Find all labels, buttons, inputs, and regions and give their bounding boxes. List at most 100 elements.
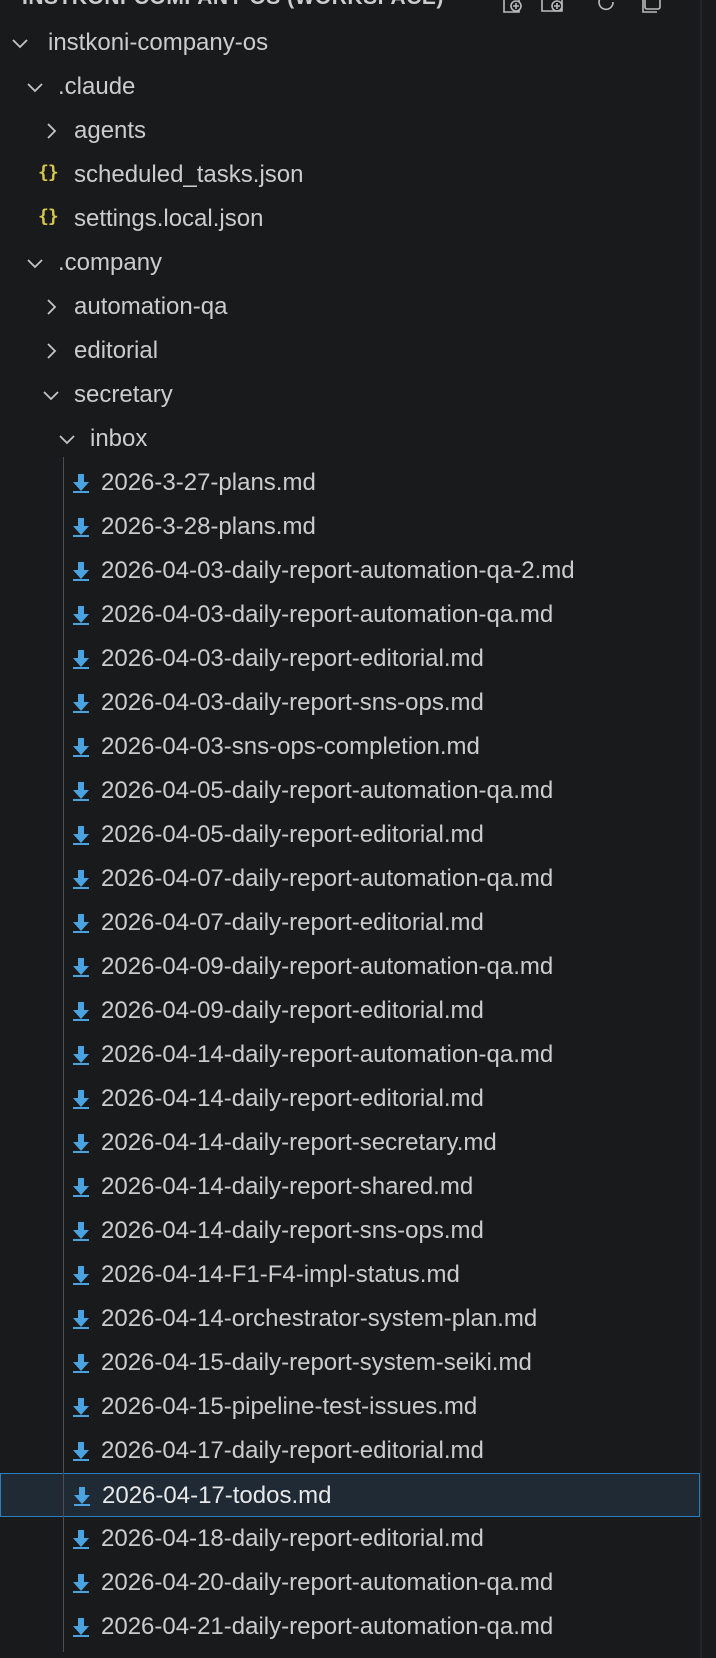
tree-item-label: agents bbox=[74, 117, 147, 144]
markdown-download-icon bbox=[74, 1487, 90, 1506]
tree-file-selected[interactable]: 2026-04-17-todos.md bbox=[0, 1473, 700, 1517]
tree-item-label: 2026-04-09-daily-report-automation-qa.md bbox=[101, 953, 554, 980]
tree-file[interactable]: 2026-04-07-daily-report-automation-qa.md bbox=[0, 857, 700, 901]
chevron-down-icon bbox=[27, 83, 43, 93]
new-file-icon[interactable] bbox=[500, 0, 526, 14]
tree-item-label: .claude bbox=[58, 73, 136, 100]
tree-item-label: 2026-04-14-daily-report-shared.md bbox=[101, 1173, 474, 1200]
tree-file[interactable]: 2026-04-03-daily-report-automation-qa-2.… bbox=[0, 549, 700, 593]
tree-item-label: .company bbox=[58, 249, 163, 276]
tree-file[interactable]: 2026-04-21-daily-report-automation-qa.md bbox=[0, 1605, 700, 1649]
tree-file[interactable]: 2026-04-03-sns-ops-completion.md bbox=[0, 725, 700, 769]
markdown-download-icon bbox=[73, 518, 89, 537]
markdown-download-icon bbox=[73, 1222, 89, 1241]
markdown-download-icon bbox=[73, 870, 89, 889]
tree-file[interactable]: 2026-04-14-daily-report-editorial.md bbox=[0, 1077, 700, 1121]
tree-item-label: 2026-04-14-F1-F4-impl-status.md bbox=[101, 1261, 460, 1288]
markdown-download-icon bbox=[73, 650, 89, 669]
markdown-download-icon bbox=[73, 1574, 89, 1593]
tree-file[interactable]: 2026-04-03-daily-report-editorial.md bbox=[0, 637, 700, 681]
tree-file-scheduled-tasks[interactable]: {} scheduled_tasks.json bbox=[0, 153, 700, 197]
json-file-icon: {} bbox=[38, 206, 59, 227]
tree-folder-agents[interactable]: agents bbox=[0, 109, 700, 153]
tree-root-folder[interactable]: instkoni-company-os bbox=[0, 21, 700, 65]
tree-item-label: 2026-3-27-plans.md bbox=[101, 469, 316, 496]
scrollbar-track bbox=[700, 0, 702, 1658]
tree-file[interactable]: 2026-04-15-pipeline-test-issues.md bbox=[0, 1385, 700, 1429]
tree-item-label: 2026-3-28-plans.md bbox=[101, 513, 316, 540]
tree-folder-automation-qa[interactable]: automation-qa bbox=[0, 285, 700, 329]
tree-file[interactable]: 2026-3-28-plans.md bbox=[0, 505, 700, 549]
tree-item-label: 2026-04-17-todos.md bbox=[102, 1482, 332, 1509]
tree-file[interactable]: 2026-04-14-daily-report-secretary.md bbox=[0, 1121, 700, 1165]
refresh-icon[interactable] bbox=[594, 0, 620, 14]
tree-item-label: 2026-04-03-daily-report-automation-qa-2.… bbox=[101, 557, 575, 584]
tree-file[interactable]: 2026-04-14-daily-report-shared.md bbox=[0, 1165, 700, 1209]
tree-item-label: 2026-04-03-daily-report-editorial.md bbox=[101, 645, 484, 672]
tree-item-label: 2026-04-21-daily-report-automation-qa.md bbox=[101, 1613, 554, 1640]
chevron-right-icon bbox=[47, 299, 57, 315]
new-folder-icon[interactable] bbox=[540, 0, 566, 14]
tree-file[interactable]: 2026-04-03-daily-report-sns-ops.md bbox=[0, 681, 700, 725]
markdown-download-icon bbox=[73, 1310, 89, 1329]
tree-file[interactable]: 2026-3-27-plans.md bbox=[0, 461, 700, 505]
tree-item-label: 2026-04-03-daily-report-automation-qa.md bbox=[101, 601, 554, 628]
tree-folder-claude[interactable]: .claude bbox=[0, 65, 700, 109]
chevron-down-icon bbox=[27, 259, 43, 269]
tree-file[interactable]: 2026-04-09-daily-report-editorial.md bbox=[0, 989, 700, 1033]
tree-item-label: 2026-04-05-daily-report-automation-qa.md bbox=[101, 777, 554, 804]
tree-folder-inbox[interactable]: inbox bbox=[0, 417, 700, 461]
tree-file[interactable]: 2026-04-14-F1-F4-impl-status.md bbox=[0, 1253, 700, 1297]
tree-file[interactable]: 2026-04-09-daily-report-automation-qa.md bbox=[0, 945, 700, 989]
tree-file[interactable]: 2026-04-05-daily-report-editorial.md bbox=[0, 813, 700, 857]
markdown-download-icon bbox=[73, 562, 89, 581]
tree-item-label: secretary bbox=[74, 381, 173, 408]
tree-file[interactable]: 2026-04-07-daily-report-editorial.md bbox=[0, 901, 700, 945]
tree-folder-company[interactable]: .company bbox=[0, 241, 700, 285]
tree-file[interactable]: 2026-04-05-daily-report-automation-qa.md bbox=[0, 769, 700, 813]
markdown-download-icon bbox=[73, 1442, 89, 1461]
tree-item-label: 2026-04-18-daily-report-editorial.md bbox=[101, 1525, 484, 1552]
tree-file[interactable]: 2026-04-14-daily-report-automation-qa.md bbox=[0, 1033, 700, 1077]
tree-file[interactable]: 2026-04-03-daily-report-automation-qa.md bbox=[0, 593, 700, 637]
tree-file[interactable]: 2026-04-14-daily-report-sns-ops.md bbox=[0, 1209, 700, 1253]
markdown-download-icon bbox=[73, 782, 89, 801]
tree-item-label: settings.local.json bbox=[74, 205, 264, 232]
tree-item-label: 2026-04-17-daily-report-editorial.md bbox=[101, 1437, 484, 1464]
markdown-download-icon bbox=[73, 1002, 89, 1021]
tree-item-label: instkoni-company-os bbox=[48, 29, 269, 56]
tree-file[interactable]: 2026-04-17-daily-report-editorial.md bbox=[0, 1429, 700, 1473]
chevron-right-icon bbox=[47, 343, 57, 359]
tree-item-label: 2026-04-03-sns-ops-completion.md bbox=[101, 733, 480, 760]
tree-item-label: 2026-04-14-daily-report-editorial.md bbox=[101, 1085, 484, 1112]
tree-item-label: 2026-04-07-daily-report-editorial.md bbox=[101, 909, 484, 936]
markdown-download-icon bbox=[73, 958, 89, 977]
tree-file[interactable]: 2026-04-14-orchestrator-system-plan.md bbox=[0, 1297, 700, 1341]
tree-item-label: 2026-04-15-pipeline-test-issues.md bbox=[101, 1393, 478, 1420]
tree-file[interactable]: 2026-04-20-daily-report-automation-qa.md bbox=[0, 1561, 700, 1605]
file-tree: instkoni-company-os .claude agents {} sc… bbox=[0, 21, 700, 1649]
markdown-download-icon bbox=[73, 694, 89, 713]
tree-folder-secretary[interactable]: secretary bbox=[0, 373, 700, 417]
tree-file-settings-local[interactable]: {} settings.local.json bbox=[0, 197, 700, 241]
markdown-download-icon bbox=[73, 606, 89, 625]
tree-item-label: 2026-04-03-daily-report-sns-ops.md bbox=[101, 689, 484, 716]
tree-item-label: 2026-04-05-daily-report-editorial.md bbox=[101, 821, 484, 848]
tree-item-label: automation-qa bbox=[74, 293, 228, 320]
explorer-header: INSTKONI-COMPANY-OS (WORKSPACE) bbox=[0, 0, 700, 14]
collapse-all-icon[interactable] bbox=[640, 0, 666, 14]
tree-item-label: 2026-04-14-orchestrator-system-plan.md bbox=[101, 1305, 538, 1332]
tree-folder-editorial[interactable]: editorial bbox=[0, 329, 700, 373]
markdown-download-icon bbox=[73, 474, 89, 493]
chevron-right-icon bbox=[47, 123, 57, 139]
tree-item-label: 2026-04-09-daily-report-editorial.md bbox=[101, 997, 484, 1024]
tree-file[interactable]: 2026-04-15-daily-report-system-seiki.md bbox=[0, 1341, 700, 1385]
chevron-down-icon bbox=[59, 435, 75, 445]
tree-item-label: 2026-04-15-daily-report-system-seiki.md bbox=[101, 1349, 532, 1376]
tree-item-label: editorial bbox=[74, 337, 159, 364]
tree-item-label: scheduled_tasks.json bbox=[74, 161, 304, 188]
markdown-download-icon bbox=[73, 1618, 89, 1637]
chevron-down-icon bbox=[12, 39, 28, 49]
markdown-download-icon bbox=[73, 1266, 89, 1285]
tree-file[interactable]: 2026-04-18-daily-report-editorial.md bbox=[0, 1517, 700, 1561]
